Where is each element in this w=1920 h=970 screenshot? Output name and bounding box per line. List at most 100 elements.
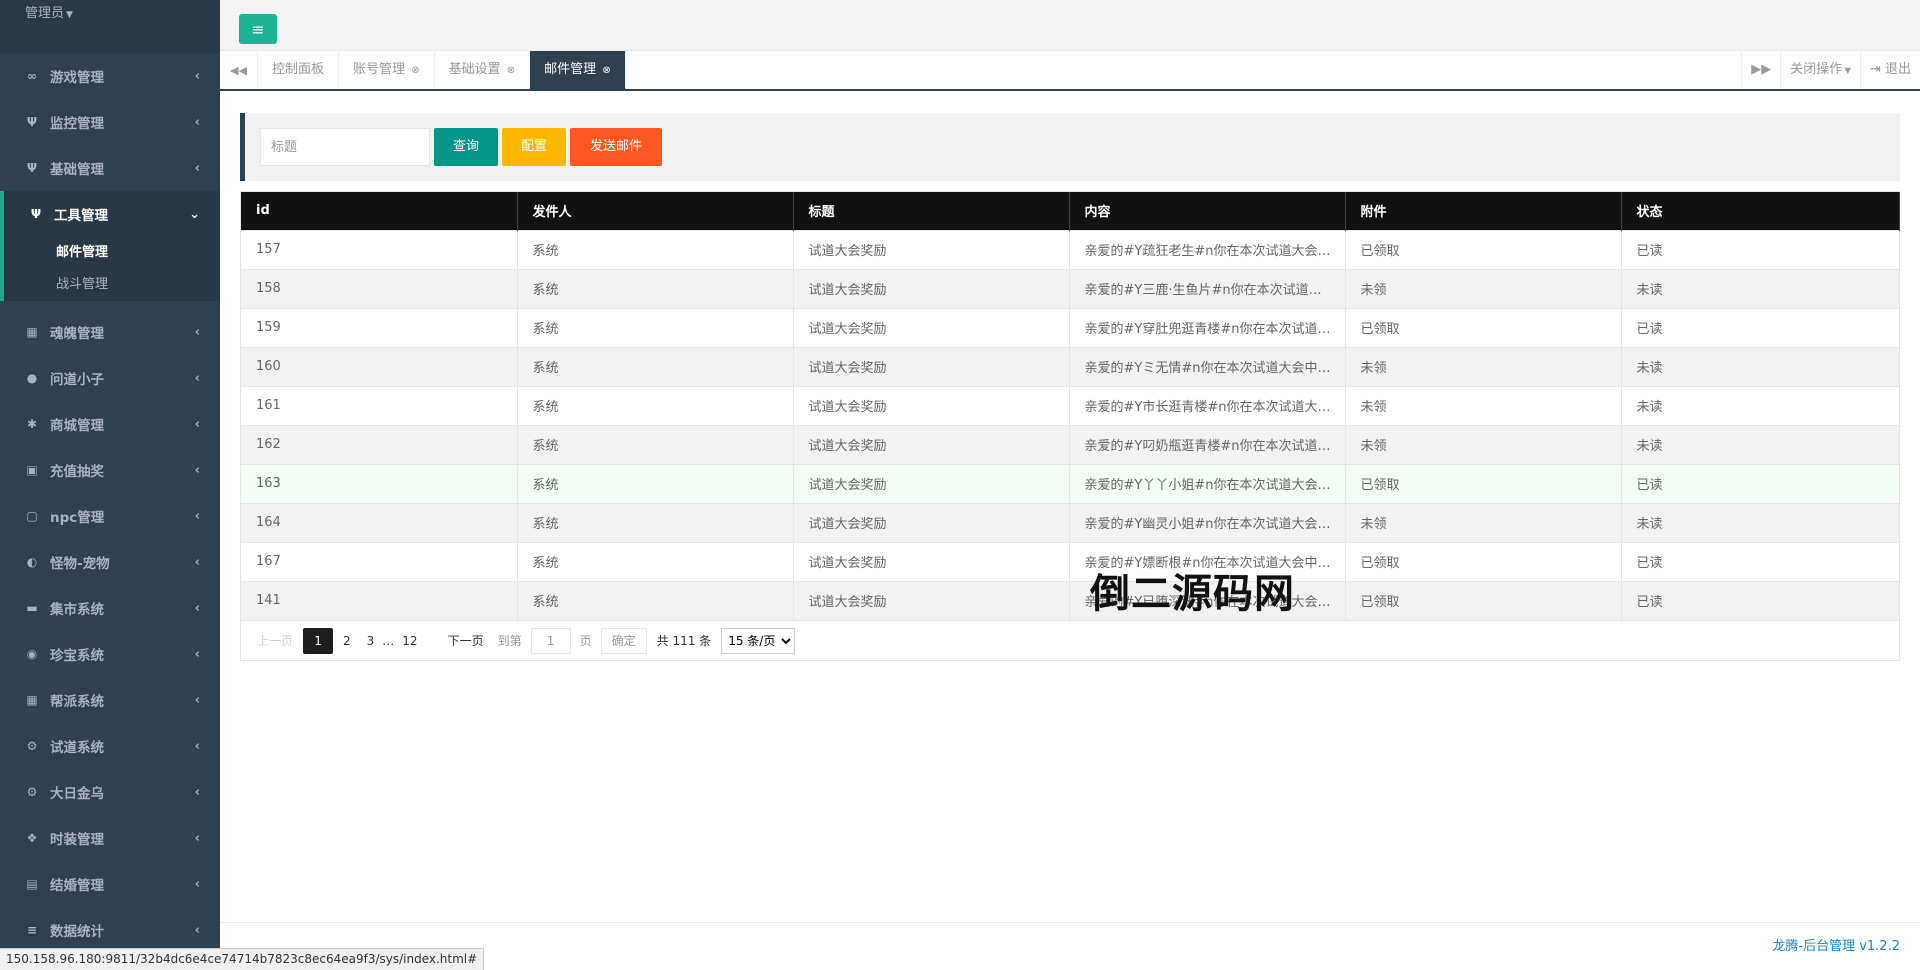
column-header[interactable]: id: [241, 192, 518, 230]
next-page-button[interactable]: 下一页: [442, 628, 490, 654]
table-row[interactable]: 163系统试道大会奖励亲爱的#Y丫丫小姐#n你在本次试道大会中表现出色已领取已读: [241, 463, 1900, 503]
prev-page-button[interactable]: 上一页: [251, 628, 299, 654]
sidebar-item-tools[interactable]: Ψ 工具管理 ⌄: [4, 191, 220, 237]
chevron-left-icon: ‹: [194, 114, 200, 130]
gamepad-icon: ∞: [27, 69, 37, 83]
cutlery-icon: Ψ: [26, 161, 38, 175]
sidebar-item[interactable]: ● 问道小子 ‹: [0, 355, 220, 401]
table-cell: 未读: [1621, 424, 1900, 464]
tab-2[interactable]: 基础设置 ⊗: [435, 51, 531, 89]
table-row[interactable]: 162系统试道大会奖励亲爱的#Y叼奶瓶逛青楼#n你在本次试道大会中表现出色未领未…: [241, 424, 1900, 464]
table-cell: 已领取: [1345, 541, 1622, 581]
table-cell: 未领: [1345, 502, 1622, 542]
table-cell: 系统: [517, 424, 794, 464]
column-header[interactable]: 发件人: [517, 192, 794, 230]
logout-button[interactable]: ⇥ 退出: [1859, 51, 1920, 89]
sidebar-item-label: 试道系统: [50, 740, 104, 756]
title-search-input[interactable]: [260, 128, 430, 166]
query-button[interactable]: 查询: [434, 128, 498, 166]
sidebar-item[interactable]: ▢ npc管理 ‹: [0, 493, 220, 539]
table-cell: 已领取: [1345, 229, 1622, 269]
table-row[interactable]: 141系统试道大会奖励亲爱的#Y已堕深渊#n你在本次试道大会中表现出色已领取已读: [241, 580, 1900, 620]
config-button[interactable]: 配置: [502, 128, 566, 166]
table-cell: 系统: [517, 463, 794, 503]
sidebar-item[interactable]: ▣ 充值抽奖 ‹: [0, 447, 220, 493]
send-mail-button[interactable]: 发送邮件: [570, 128, 662, 166]
sidebar-subitem-mail[interactable]: 邮件管理: [4, 237, 220, 269]
table-cell: 141: [241, 580, 518, 620]
chevron-left-icon: ‹: [194, 554, 200, 570]
chevron-left-icon: ‹: [194, 876, 200, 892]
table-cell: 系统: [517, 346, 794, 386]
close-operations-dropdown[interactable]: 关闭操作 ▼: [1780, 51, 1860, 89]
table-header-row: id 发件人 标题 内容 附件 状态: [241, 192, 1900, 230]
sign-out-icon: ⇥: [1869, 62, 1885, 77]
page-2-button[interactable]: 2: [337, 628, 357, 654]
sidebar-item[interactable]: ▤ 结婚管理 ‹: [0, 861, 220, 907]
table-cell: 亲爱的#Yミ无情#n你在本次试道大会中表现出色: [1069, 346, 1346, 386]
table-row[interactable]: 159系统试道大会奖励亲爱的#Y穿肚兜逛青楼#n你在本次试道大会中表现出色已领取…: [241, 307, 1900, 347]
mail-table: id 发件人 标题 内容 附件 状态 157 系统 试道大会奖励 亲爱的#Y疏狂老生#n你在本次…: [240, 191, 1900, 661]
goto-page-input[interactable]: 1: [530, 627, 571, 654]
total-count: 共 111 条: [656, 634, 712, 648]
column-header[interactable]: 状态: [1621, 192, 1900, 230]
sidebar-item[interactable]: ❖ 时装管理 ‹: [0, 815, 220, 861]
sidebar-item[interactable]: ∞ 游戏管理 ‹: [0, 53, 220, 99]
table-row[interactable]: 157系统试道大会奖励亲爱的#Y疏狂老生#n你在本次试道大会中表现出色，特此奖励…: [241, 229, 1900, 269]
table-row[interactable]: 161系统试道大会奖励亲爱的#Y市长逛青楼#n你在本次试道大会中表现出色未领未读: [241, 385, 1900, 425]
table-row[interactable]: 167 系统 试道大会奖励 亲爱的#Y嫖断根#n你在本次试道大会中表现出色 已领取 已读: [241, 541, 1900, 581]
sidebar-item[interactable]: ▬ 集市系统 ‹: [0, 585, 220, 631]
column-header[interactable]: 标题: [793, 192, 1070, 230]
tab-3[interactable]: 邮件管理 ⊗: [530, 51, 626, 89]
sidebar-item[interactable]: ⚙ 大日金乌 ‹: [0, 769, 220, 815]
sidebar-item[interactable]: ✱ 商城管理 ‹: [0, 401, 220, 447]
tab-label: 基础设置: [448, 62, 501, 77]
tabs-scroll-left-button[interactable]: ◀◀: [220, 51, 258, 89]
page-3-button[interactable]: 3: [361, 628, 381, 654]
goto-confirm-button[interactable]: 确定: [600, 627, 647, 654]
table-cell: 未领: [1345, 268, 1622, 308]
tab-0[interactable]: 控制面板: [258, 51, 340, 89]
chevron-left-icon: ‹: [194, 462, 200, 478]
column-header[interactable]: 附件: [1345, 192, 1622, 230]
chevron-left-icon: ‹: [194, 416, 200, 432]
sidebar-item[interactable]: ▦ 魂魄管理 ‹: [0, 309, 220, 355]
sidebar-item[interactable]: ◉ 珍宝系统 ‹: [0, 631, 220, 677]
cutlery-icon: Ψ: [26, 115, 38, 129]
tab-label: 账号管理: [353, 62, 406, 77]
table-cell: 亲爱的#Y三鹿·生鱼片#n你在本次试道大会中表现出色: [1069, 268, 1346, 308]
table-cell: 未领: [1345, 385, 1622, 425]
main-content: 查询 配置 发送邮件 id发件人标题内容附件状态 157系统试道大会奖励亲爱的#…: [220, 91, 1920, 923]
sidebar-item[interactable]: ▦ 帮派系统 ‹: [0, 677, 220, 723]
tabs-scroll-right-button[interactable]: ▶▶: [1741, 51, 1780, 89]
close-tab-icon[interactable]: ⊗: [408, 65, 419, 76]
page-last-button[interactable]: 12: [396, 628, 423, 654]
page-1-button[interactable]: 1: [303, 627, 334, 654]
sidebar-item[interactable]: ⚙ 试道系统 ‹: [0, 723, 220, 769]
admin-dropdown[interactable]: 管理员 ▼: [0, 0, 220, 53]
table-cell: 试道大会奖励: [793, 385, 1070, 425]
table-row[interactable]: 158系统试道大会奖励亲爱的#Y三鹿·生鱼片#n你在本次试道大会中表现出色未领未…: [241, 268, 1900, 308]
sidebar-item[interactable]: Ψ 监控管理 ‹: [0, 99, 220, 145]
column-header[interactable]: 内容: [1069, 192, 1346, 230]
per-page-select[interactable]: 15 条/页: [721, 627, 796, 654]
pager-ellipsis: …: [382, 633, 395, 648]
menu-toggle-button[interactable]: ≡: [239, 14, 277, 44]
chevron-down-icon: ⌄: [189, 206, 200, 222]
sidebar-item-label: 大日金乌: [50, 786, 104, 802]
cogs-icon: ⚙: [26, 739, 38, 753]
table-row[interactable]: 160 系统 试道大会奖励 亲爱的#Yミ无情#n你在本次试道大会中表现出色 未领 未读: [241, 346, 1900, 386]
close-tab-icon[interactable]: ⊗: [504, 65, 515, 76]
sidebar-item[interactable]: ◐ 怪物-宠物 ‹: [0, 539, 220, 585]
sidebar-item[interactable]: ≡ 数据统计 ‹: [0, 907, 220, 953]
table-cell: 试道大会奖励: [793, 268, 1070, 308]
tab-1[interactable]: 账号管理 ⊗: [339, 51, 435, 89]
table-cell: 未读: [1621, 385, 1900, 425]
chevron-left-icon: ‹: [194, 738, 200, 754]
sidebar-subitem-battle[interactable]: 战斗管理: [4, 269, 220, 301]
sidebar-item[interactable]: Ψ 基础管理 ‹: [0, 145, 220, 191]
tabs-bar: ◀◀ 控制面板 账号管理 ⊗ 基础设置 ⊗ 邮件管理 ⊗ ▶▶ 关闭操作 ▼ ⇥ 退出: [220, 51, 1920, 91]
table-cell: 162: [241, 424, 518, 464]
table-row[interactable]: 164系统试道大会奖励亲爱的#Y幽灵小姐#n你在本次试道大会中表现出色未领未读: [241, 502, 1900, 542]
close-tab-icon[interactable]: ⊗: [599, 65, 610, 76]
